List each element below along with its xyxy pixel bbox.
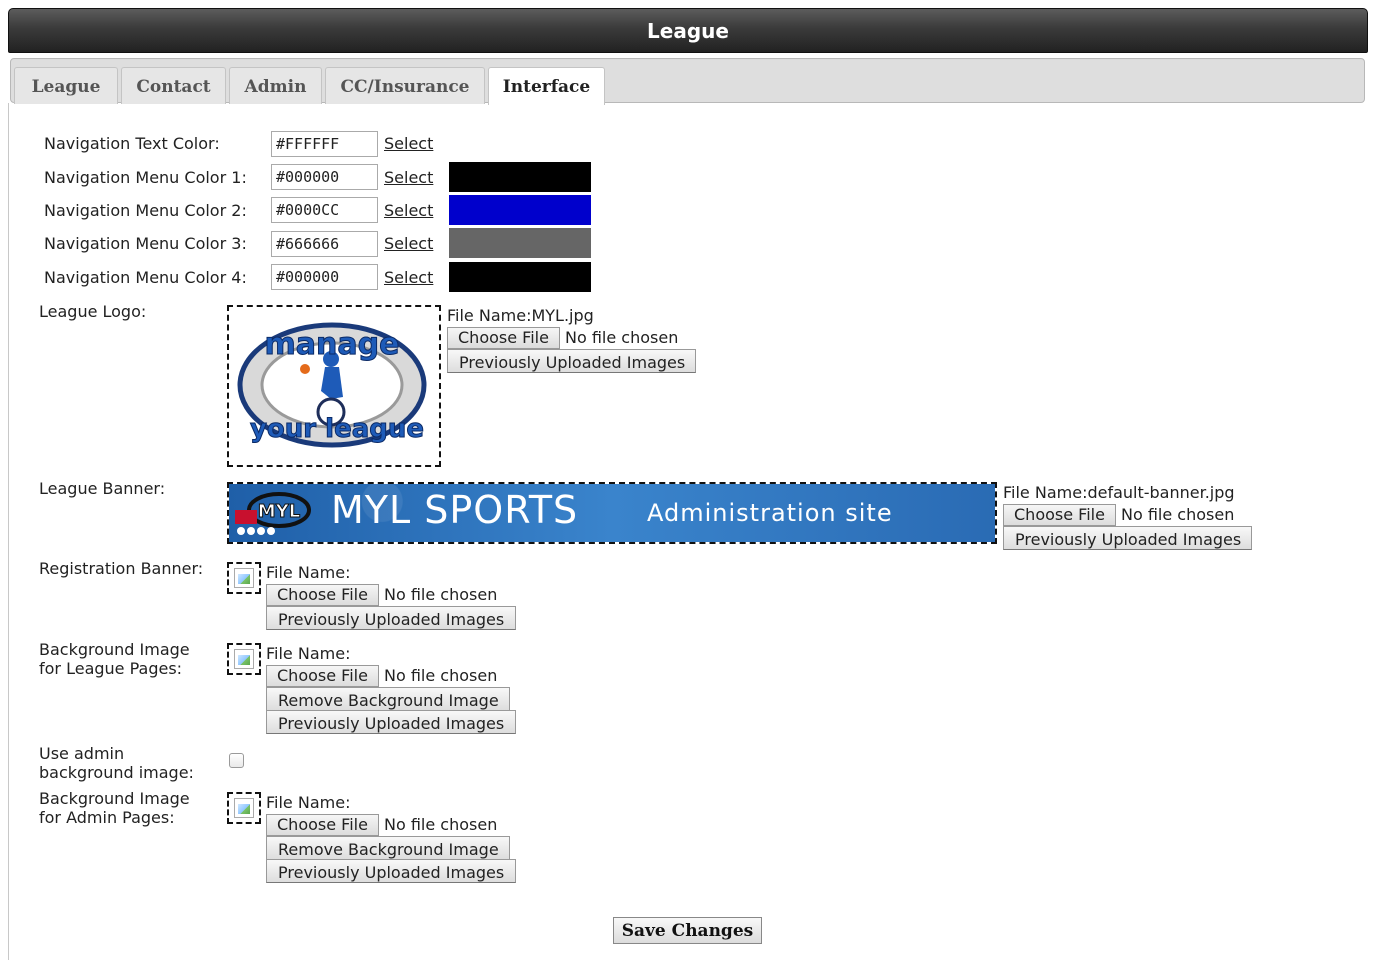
bg-league-choose-file-button[interactable]: Choose File [266, 665, 379, 687]
registration-banner-choose-file-button[interactable]: Choose File [266, 584, 379, 606]
nav-menu-color-3-swatch [449, 228, 591, 258]
nav-text-color-select-link[interactable]: Select [384, 134, 433, 153]
bg-admin-choose-file-button[interactable]: Choose File [266, 814, 379, 836]
league-banner-image: MYL MYL SPORTS Administration site [229, 484, 995, 542]
registration-banner-file-name: File Name: [266, 563, 351, 582]
logo-no-file-text: No file chosen [565, 328, 679, 347]
logo-text-bottom: your league [250, 414, 424, 444]
nav-menu-color-1-swatch [449, 162, 591, 192]
registration-banner-previous-images-button[interactable]: Previously Uploaded Images [266, 606, 516, 630]
logo-text-top: manage [265, 327, 400, 362]
nav-menu-color-2-swatch [449, 195, 591, 225]
banner-myl-logo-icon: MYL [235, 492, 311, 535]
bg-league-file-name: File Name: [266, 644, 351, 663]
nav-menu-color-4-input[interactable] [271, 264, 378, 290]
bg-league-preview [227, 643, 261, 675]
bg-admin-remove-button[interactable]: Remove Background Image [266, 836, 510, 860]
save-changes-button[interactable]: Save Changes [613, 917, 762, 944]
banner-subtitle-text: Administration site [647, 499, 893, 527]
league-logo-image: manage your league [237, 322, 427, 448]
broken-image-icon [234, 649, 254, 669]
bg-admin-file-name: File Name: [266, 793, 351, 812]
league-banner-label: League Banner: [39, 479, 166, 498]
logo-file-name: File Name:MYL.jpg [447, 306, 594, 325]
broken-image-icon [234, 568, 254, 588]
registration-banner-no-file-text: No file chosen [384, 585, 498, 604]
bg-league-previous-images-button[interactable]: Previously Uploaded Images [266, 710, 516, 734]
banner-choose-file-button[interactable]: Choose File [1003, 504, 1116, 526]
registration-banner-preview [227, 562, 261, 594]
use-admin-bg-checkbox[interactable] [229, 753, 244, 768]
league-logo-preview: manage your league [227, 305, 441, 467]
content-border [8, 103, 9, 960]
bg-admin-label-line2: for Admin Pages: [39, 808, 175, 827]
tab-contact[interactable]: Contact [121, 67, 226, 104]
nav-menu-color-1-select-link[interactable]: Select [384, 168, 433, 187]
nav-menu-color-4-swatch [449, 262, 591, 292]
logo-choose-file-button[interactable]: Choose File [447, 327, 560, 349]
window-title-bar: League [8, 8, 1368, 53]
banner-file-name: File Name:default-banner.jpg [1003, 483, 1235, 502]
broken-image-icon [234, 798, 254, 818]
nav-menu-color-2-select-link[interactable]: Select [384, 201, 433, 220]
tab-interface[interactable]: Interface [488, 67, 605, 105]
league-logo-label: League Logo: [39, 302, 147, 321]
nav-menu-color-3-label: Navigation Menu Color 3: [44, 234, 247, 253]
bg-league-remove-button[interactable]: Remove Background Image [266, 687, 510, 711]
bg-league-label-line1: Background Image [39, 640, 190, 659]
tab-league[interactable]: League [14, 67, 118, 104]
bg-admin-preview [227, 792, 261, 824]
tab-admin[interactable]: Admin [229, 67, 322, 104]
use-admin-bg-label-line1: Use admin [39, 744, 125, 763]
nav-menu-color-1-input[interactable] [271, 164, 378, 190]
bg-league-no-file-text: No file chosen [384, 666, 498, 685]
nav-menu-color-2-input[interactable] [271, 197, 378, 223]
registration-banner-label: Registration Banner: [39, 559, 204, 578]
use-admin-bg-label-line2: background image: [39, 763, 194, 782]
banner-no-file-text: No file chosen [1121, 505, 1235, 524]
tab-bar: League Contact Admin CC/Insurance Interf… [10, 58, 1365, 105]
nav-text-color-input[interactable] [271, 131, 378, 157]
tab-cc-insurance[interactable]: CC/Insurance [325, 67, 485, 104]
nav-menu-color-3-select-link[interactable]: Select [384, 234, 433, 253]
nav-menu-color-4-label: Navigation Menu Color 4: [44, 268, 247, 287]
banner-title-text: MYL SPORTS [331, 488, 579, 532]
nav-menu-color-2-label: Navigation Menu Color 2: [44, 201, 247, 220]
nav-text-color-label: Navigation Text Color: [44, 134, 220, 153]
nav-menu-color-3-input[interactable] [271, 231, 378, 257]
bg-admin-previous-images-button[interactable]: Previously Uploaded Images [266, 859, 516, 883]
bg-league-label-line2: for League Pages: [39, 659, 183, 678]
nav-menu-color-1-label: Navigation Menu Color 1: [44, 168, 247, 187]
nav-menu-color-4-select-link[interactable]: Select [384, 268, 433, 287]
banner-previous-images-button[interactable]: Previously Uploaded Images [1003, 526, 1252, 550]
bg-admin-no-file-text: No file chosen [384, 815, 498, 834]
bg-admin-label-line1: Background Image [39, 789, 190, 808]
logo-previous-images-button[interactable]: Previously Uploaded Images [447, 349, 696, 373]
window-title: League [647, 19, 729, 43]
banner-badge-text: MYL [258, 501, 300, 522]
